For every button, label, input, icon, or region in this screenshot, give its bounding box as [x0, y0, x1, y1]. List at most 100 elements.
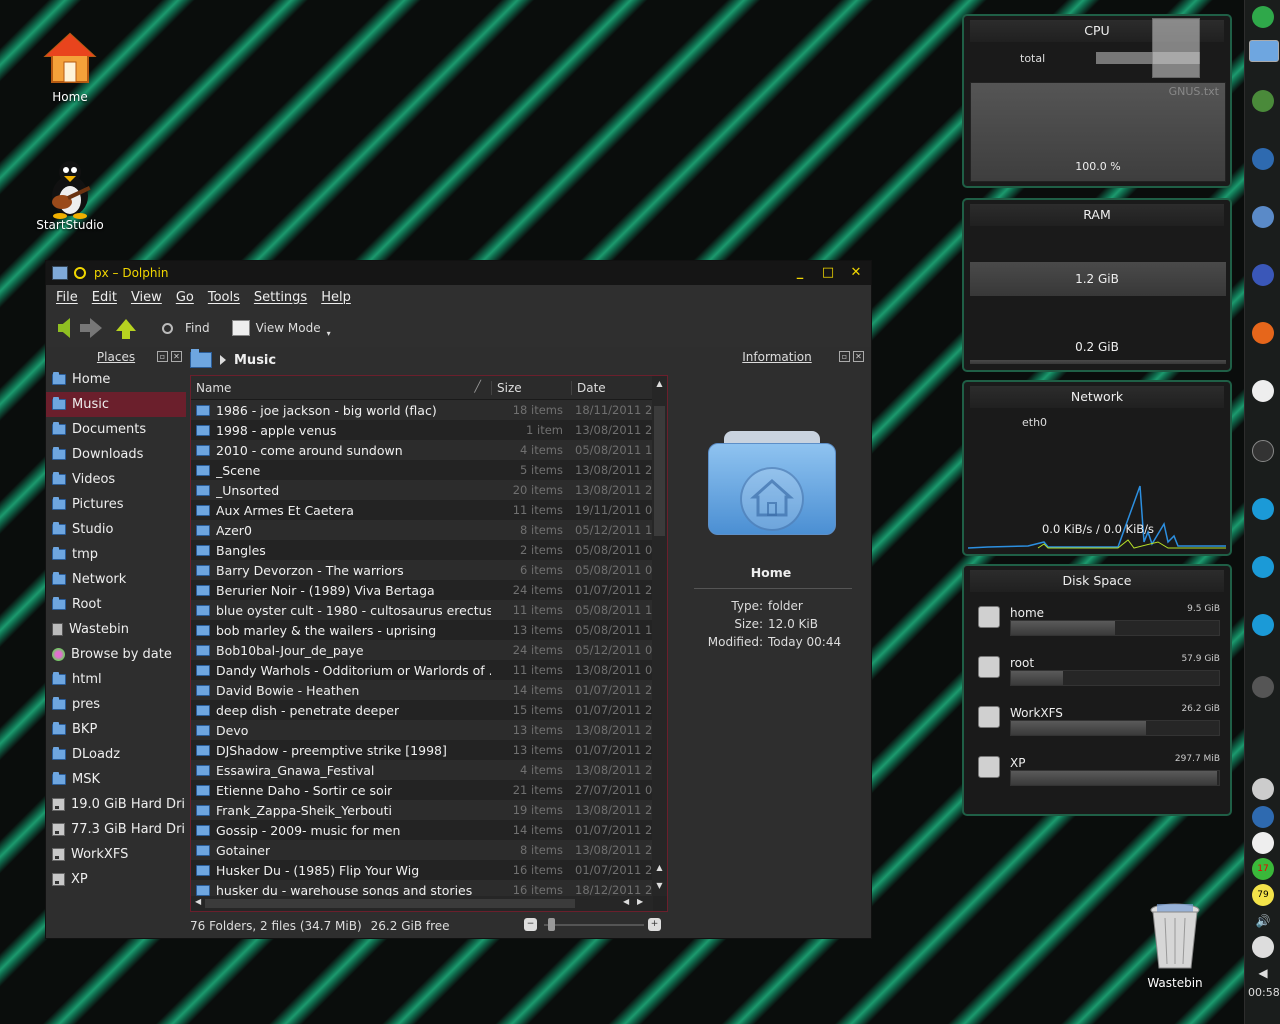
update-badge-icon[interactable]: 17	[1252, 858, 1274, 880]
scroll-left-icon[interactable]: ◀	[195, 897, 201, 906]
breadcrumb-music[interactable]: Music	[234, 353, 276, 368]
web-icon[interactable]	[1252, 556, 1274, 578]
smiley-icon[interactable]	[1252, 90, 1274, 112]
file-row[interactable]: Devo 13 items 13/08/2011 2	[191, 720, 653, 740]
place-item[interactable]: Network	[46, 567, 186, 592]
file-row[interactable]: Frank_Zappa-Sheik_Yerbouti 19 items 13/08/…	[191, 800, 653, 820]
menu-edit[interactable]: Edit	[92, 290, 117, 305]
desktop-preview-icon[interactable]	[1249, 40, 1279, 62]
place-item[interactable]: pres	[46, 692, 186, 717]
file-row[interactable]: Essawira_Gnawa_Festival 4 items 13/08/2011…	[191, 760, 653, 780]
place-item[interactable]: MSK	[46, 767, 186, 792]
scroll-down-icon[interactable]: ▼	[652, 880, 667, 892]
firefox-icon[interactable]	[1252, 322, 1274, 344]
place-item[interactable]: WorkXFS	[46, 842, 186, 867]
place-item[interactable]: 77.3 GiB Hard Dri...	[46, 817, 186, 842]
file-row[interactable]: blue oyster cult - 1980 - cultosaurus er…	[191, 600, 653, 620]
terminal-icon[interactable]	[1252, 440, 1274, 462]
file-row[interactable]: Gotainer 8 items 13/08/2011 2	[191, 840, 653, 860]
vertical-scrollbar[interactable]: ▲ ▲ ▼	[652, 376, 667, 896]
scroll-left-end-icon[interactable]: ◀	[623, 897, 629, 906]
file-row[interactable]: Barry Devorzon - The warriors 6 items 05/0…	[191, 560, 653, 580]
task-play-icon[interactable]	[1252, 806, 1274, 828]
place-item[interactable]: Studio	[46, 517, 186, 542]
clipboard-icon[interactable]	[1252, 936, 1274, 958]
file-row[interactable]: 2010 - come around sundown 4 items 05/08/2…	[191, 440, 653, 460]
settings-icon[interactable]	[1252, 676, 1274, 698]
file-row[interactable]: Berurier Noir - (1989) Viva Bertaga 24 it…	[191, 580, 653, 600]
info-close-button[interactable]: ✕	[853, 351, 864, 362]
close-button[interactable]: ✕	[847, 264, 865, 282]
folder-icon[interactable]	[190, 349, 212, 368]
zoom-track[interactable]	[544, 924, 644, 926]
skype-alt-icon[interactable]	[1252, 614, 1274, 636]
ide-icon[interactable]	[1252, 264, 1274, 286]
column-name[interactable]: Name ╱	[191, 380, 491, 395]
menu-tools[interactable]: Tools	[208, 290, 240, 305]
place-item[interactable]: Home	[46, 367, 186, 392]
column-date[interactable]: Date	[571, 380, 653, 395]
find-button[interactable]: Find	[162, 314, 210, 342]
file-manager-icon[interactable]	[1252, 206, 1274, 228]
scroll-right-icon[interactable]: ▶	[637, 897, 643, 906]
place-item[interactable]: BKP	[46, 717, 186, 742]
menu-file[interactable]: File	[56, 290, 78, 305]
skype-icon[interactable]	[1252, 498, 1274, 520]
disk-item[interactable]: WorkXFS 26.2 GiB	[964, 702, 1230, 746]
zoom-knob[interactable]	[548, 918, 555, 931]
breadcrumb-separator-icon[interactable]	[220, 355, 226, 365]
desktop-home-icon[interactable]: Home	[25, 30, 115, 104]
window-titlebar[interactable]: px – Dolphin _ □ ✕	[46, 261, 871, 285]
file-row[interactable]: Gossip - 2009- music for men 14 items 01/0…	[191, 820, 653, 840]
place-item[interactable]: Wastebin	[46, 617, 186, 642]
file-row[interactable]: David Bowie - Heathen 14 items 01/07/2011 …	[191, 680, 653, 700]
up-button[interactable]	[112, 314, 140, 342]
file-row[interactable]: husker du - warehouse songs and stories 1…	[191, 880, 653, 896]
file-row[interactable]: _Unsorted 20 items 13/08/2011 2	[191, 480, 653, 500]
places-close-button[interactable]: ✕	[171, 351, 182, 362]
place-item[interactable]: Root	[46, 592, 186, 617]
file-row[interactable]: Dandy Warhols - Odditorium or Warlords o…	[191, 660, 653, 680]
file-row[interactable]: Etienne Daho - Sortir ce soir 21 items 27/…	[191, 780, 653, 800]
horizontal-scroll-thumb[interactable]	[205, 899, 575, 908]
zoom-slider[interactable]: − +	[524, 916, 666, 932]
notification-badge-icon[interactable]: 79	[1252, 884, 1274, 906]
volume-icon[interactable]: 🔊	[1252, 910, 1274, 932]
reel-icon[interactable]	[1252, 832, 1274, 854]
window-menu-icon[interactable]	[74, 267, 86, 279]
media-player-icon[interactable]	[1252, 380, 1274, 402]
text-file-icon[interactable]	[1152, 18, 1200, 78]
scroll-up-icon[interactable]: ▲	[652, 378, 667, 390]
menu-go[interactable]: Go	[176, 290, 194, 305]
play-icon[interactable]	[1252, 148, 1274, 170]
place-item[interactable]: XP	[46, 867, 186, 892]
menu-help[interactable]: Help	[321, 290, 351, 305]
file-row[interactable]: _Scene 5 items 13/08/2011 2	[191, 460, 653, 480]
alien-menu-icon[interactable]	[1252, 6, 1274, 28]
vertical-scroll-thumb[interactable]	[654, 406, 665, 536]
zoom-out-icon[interactable]: −	[524, 918, 537, 931]
back-button[interactable]	[54, 314, 70, 342]
desktop-wastebin-icon[interactable]: Wastebin	[1130, 902, 1220, 990]
file-row[interactable]: DJShadow - preemptive strike [1998] 13 it…	[191, 740, 653, 760]
place-item[interactable]: Music	[46, 392, 186, 417]
place-item[interactable]: Downloads	[46, 442, 186, 467]
place-item[interactable]: 19.0 GiB Hard Dri...	[46, 792, 186, 817]
horizontal-scrollbar[interactable]: ◀ ◀ ▶	[191, 896, 653, 911]
place-item[interactable]: DLoadz	[46, 742, 186, 767]
minimize-button[interactable]: _	[791, 264, 809, 282]
desktop-startstudio-icon[interactable]: StartStudio	[25, 158, 115, 232]
menu-settings[interactable]: Settings	[254, 290, 307, 305]
forward-button[interactable]	[80, 314, 102, 342]
info-icon[interactable]	[1252, 778, 1274, 800]
disk-item[interactable]: root 57.9 GiB	[964, 652, 1230, 696]
place-item[interactable]: html	[46, 667, 186, 692]
file-row[interactable]: bob marley & the wailers - uprising 13 it…	[191, 620, 653, 640]
place-item[interactable]: Browse by date	[46, 642, 186, 667]
column-size[interactable]: Size	[491, 380, 571, 395]
file-row[interactable]: Husker Du - (1985) Flip Your Wig 16 items…	[191, 860, 653, 880]
places-float-button[interactable]: ▫	[157, 351, 168, 362]
view-mode-button[interactable]: View Mode ▾	[231, 314, 331, 342]
file-row[interactable]: Aux Armes Et Caetera 11 items 19/11/2011 0	[191, 500, 653, 520]
disk-item[interactable]: XP 297.7 MiB	[964, 752, 1230, 796]
